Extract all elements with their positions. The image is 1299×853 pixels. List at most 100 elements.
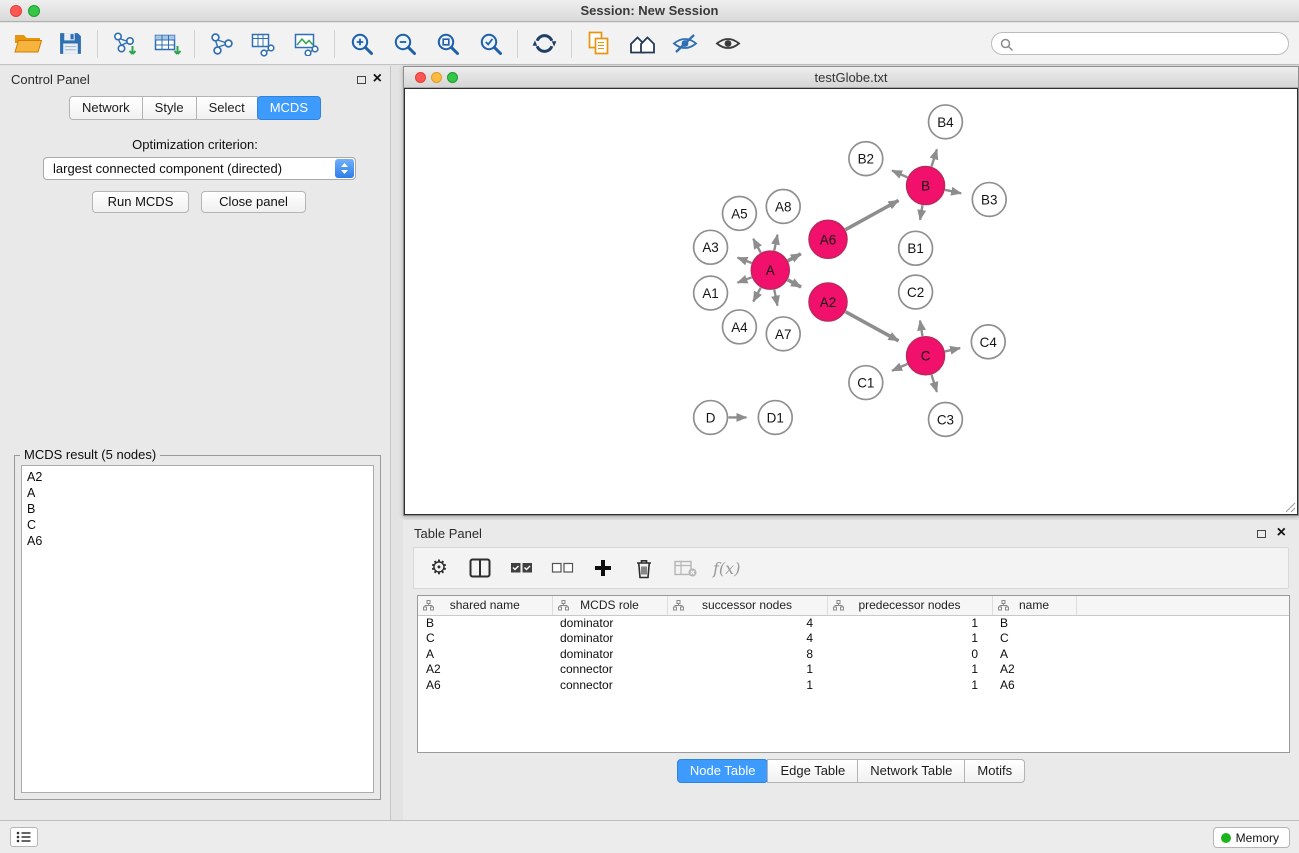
edge-B-B3[interactable] [945, 190, 961, 193]
table-row[interactable]: A6connector11A6 [418, 677, 1289, 693]
zoom-window-button[interactable] [28, 5, 40, 17]
zoom-selected-button[interactable] [469, 26, 512, 62]
function-builder-button[interactable]: f(x) [713, 553, 740, 583]
network-node-D1[interactable]: D1 [758, 401, 792, 435]
tab-style[interactable]: Style [142, 96, 197, 120]
network-node-B[interactable]: B [907, 167, 945, 205]
network-minimize-button[interactable] [431, 72, 442, 83]
apply-layout-button[interactable] [523, 26, 566, 62]
tab-motifs[interactable]: Motifs [964, 759, 1025, 783]
network-graph[interactable]: B4B2BB3A5A8A6B1A3AC2A1A2A4A7C4CC1C3DD1 [405, 89, 1297, 514]
select-all-button[interactable] [508, 553, 534, 583]
export-network-image-button[interactable] [286, 26, 329, 62]
node-table[interactable]: shared nameMCDS rolesuccessor nodesprede… [417, 595, 1290, 753]
network-close-button[interactable] [415, 72, 426, 83]
network-canvas[interactable]: B4B2BB3A5A8A6B1A3AC2A1A2A4A7C4CC1C3DD1 [404, 88, 1298, 515]
column-header-MCDS-role[interactable]: MCDS role [552, 596, 667, 615]
column-header-successor-nodes[interactable]: successor nodes [667, 596, 827, 615]
network-node-B3[interactable]: B3 [972, 183, 1006, 217]
close-window-button[interactable] [10, 5, 22, 17]
save-session-button[interactable] [49, 26, 92, 62]
result-item[interactable]: C [22, 517, 373, 533]
memory-button[interactable]: Memory [1213, 827, 1290, 848]
edge-A-A2[interactable] [788, 280, 801, 287]
result-item[interactable]: A6 [22, 533, 373, 549]
zoom-fit-button[interactable] [426, 26, 469, 62]
close-panel-icon[interactable]: × [373, 70, 382, 88]
float-panel-icon[interactable] [357, 76, 366, 84]
import-network-from-file-button[interactable] [103, 26, 146, 62]
network-node-C2[interactable]: C2 [899, 275, 933, 309]
tab-network-table[interactable]: Network Table [857, 759, 965, 783]
network-home-button[interactable] [620, 26, 663, 62]
delete-rows-button[interactable] [631, 553, 657, 583]
network-node-A6[interactable]: A6 [809, 220, 847, 258]
network-node-A5[interactable]: A5 [723, 196, 757, 230]
tab-edge-table[interactable]: Edge Table [767, 759, 858, 783]
network-node-A4[interactable]: A4 [723, 310, 757, 344]
table-row[interactable]: Cdominator41C [418, 631, 1289, 647]
result-item[interactable]: B [22, 501, 373, 517]
edge-A-A5[interactable] [753, 239, 760, 253]
network-node-B2[interactable]: B2 [849, 142, 883, 176]
edge-B-B2[interactable] [892, 171, 907, 178]
table-row[interactable]: Adominator80A [418, 646, 1289, 662]
table-row[interactable]: Bdominator41B [418, 615, 1289, 631]
import-table-from-file-button[interactable] [146, 26, 189, 62]
tab-mcds[interactable]: MCDS [257, 96, 321, 120]
edge-A-A1[interactable] [738, 277, 752, 282]
search-field[interactable] [991, 32, 1289, 55]
edge-C-C4[interactable] [945, 348, 960, 351]
clear-table-button[interactable] [672, 553, 698, 583]
close-panel-button[interactable]: Close panel [201, 191, 306, 213]
zoom-in-button[interactable] [340, 26, 383, 62]
edge-A-A7[interactable] [774, 290, 777, 306]
table-row[interactable]: A2connector11A2 [418, 662, 1289, 678]
network-node-B4[interactable]: B4 [929, 105, 963, 139]
network-node-A3[interactable]: A3 [694, 230, 728, 264]
zoom-out-button[interactable] [383, 26, 426, 62]
network-zoom-button[interactable] [447, 72, 458, 83]
network-node-D[interactable]: D [694, 401, 728, 435]
close-panel-icon[interactable]: × [1277, 524, 1286, 542]
edge-C-C3[interactable] [932, 375, 937, 392]
network-node-B1[interactable]: B1 [899, 231, 933, 265]
network-node-C4[interactable]: C4 [971, 325, 1005, 359]
result-item[interactable]: A [22, 485, 373, 501]
edge-B-B4[interactable] [932, 149, 937, 166]
edge-A-A6[interactable] [788, 254, 801, 261]
edge-A-A3[interactable] [738, 258, 752, 263]
network-node-C[interactable]: C [907, 337, 945, 375]
resize-grip-icon[interactable] [1284, 501, 1296, 513]
tab-network[interactable]: Network [69, 96, 143, 120]
new-network-button[interactable] [200, 26, 243, 62]
network-node-A2[interactable]: A2 [809, 283, 847, 321]
open-session-button[interactable] [6, 26, 49, 62]
result-item[interactable]: A2 [22, 466, 373, 485]
show-columns-button[interactable] [467, 553, 493, 583]
network-node-A7[interactable]: A7 [766, 317, 800, 351]
column-header-predecessor-nodes[interactable]: predecessor nodes [827, 596, 992, 615]
edge-C-C2[interactable] [920, 321, 922, 336]
tab-node-table[interactable]: Node Table [677, 759, 769, 783]
edge-C-C1[interactable] [892, 364, 907, 371]
edge-A-A8[interactable] [774, 235, 777, 251]
export-document-button[interactable] [577, 26, 620, 62]
task-history-button[interactable] [10, 827, 38, 847]
network-node-A1[interactable]: A1 [694, 276, 728, 310]
column-header-name[interactable]: name [992, 596, 1076, 615]
float-panel-icon[interactable] [1257, 530, 1266, 538]
edge-A2-C[interactable] [845, 312, 898, 341]
table-settings-button[interactable]: ⚙ [426, 553, 452, 583]
network-node-C3[interactable]: C3 [929, 403, 963, 437]
deselect-all-button[interactable] [549, 553, 575, 583]
hide-graphics-details-button[interactable] [663, 26, 706, 62]
new-network-from-table-button[interactable] [243, 26, 286, 62]
optimization-criterion-select[interactable]: largest connected component (directed) [43, 157, 356, 180]
add-row-button[interactable] [590, 553, 616, 583]
network-node-A[interactable]: A [751, 251, 789, 289]
edge-B-B1[interactable] [920, 205, 922, 220]
edge-A-A4[interactable] [753, 288, 760, 302]
run-mcds-button[interactable]: Run MCDS [92, 191, 189, 213]
column-header-shared-name[interactable]: shared name [418, 596, 552, 615]
